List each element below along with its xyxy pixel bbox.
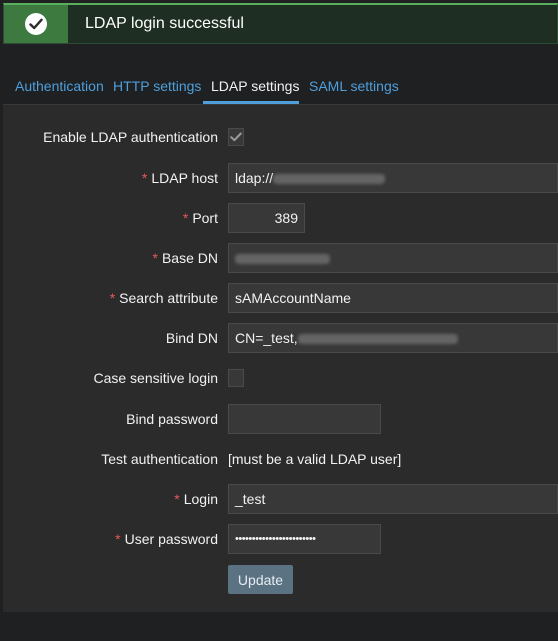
redacted-text xyxy=(297,334,458,345)
user-password-input[interactable]: •••••••••••••••••••••••• xyxy=(228,524,381,554)
bind-dn-label: Bind DN xyxy=(165,330,218,346)
bind-dn-row: Bind DN CN=_test, xyxy=(3,323,558,353)
tab-ldap-settings[interactable]: LDAP settings xyxy=(211,78,299,94)
ldap-host-label: * LDAP host xyxy=(141,170,218,186)
ldap-settings-form: Enable LDAP authentication * LDAP host ld… xyxy=(3,105,558,612)
update-row: Update xyxy=(3,565,558,595)
active-tab-indicator xyxy=(203,101,299,104)
required-marker: * xyxy=(174,491,180,507)
login-label: * Login xyxy=(174,491,218,507)
bind-password-row: Bind password xyxy=(3,404,558,434)
case-sensitive-checkbox[interactable] xyxy=(228,369,244,387)
case-sensitive-label: Case sensitive login xyxy=(93,370,218,386)
checkmark-icon xyxy=(230,132,242,142)
enable-ldap-checkbox[interactable] xyxy=(228,128,244,146)
tab-http-settings[interactable]: HTTP settings xyxy=(113,78,201,94)
tab-saml-settings[interactable]: SAML settings xyxy=(309,78,399,94)
user-password-row: * User password •••••••••••••••••••••••• xyxy=(3,524,558,554)
test-auth-row: Test authentication [must be a valid LDA… xyxy=(3,444,558,474)
ldap-host-row: * LDAP host ldap:// xyxy=(3,163,558,193)
user-password-label: * User password xyxy=(115,531,218,547)
required-marker: * xyxy=(115,531,121,547)
page-footer-area xyxy=(3,612,558,641)
bind-password-input[interactable] xyxy=(228,404,381,434)
login-row: * Login _test xyxy=(3,484,558,514)
required-marker: * xyxy=(152,250,158,266)
required-marker: * xyxy=(141,170,148,186)
search-attribute-input[interactable]: sAMAccountName xyxy=(228,283,558,313)
check-circle-icon xyxy=(25,13,47,35)
test-auth-hint: [must be a valid LDAP user] xyxy=(228,451,402,467)
search-attribute-row: * Search attribute sAMAccountName xyxy=(3,283,558,313)
enable-ldap-row: Enable LDAP authentication xyxy=(3,122,558,152)
settings-tabs: Authentication HTTP settings LDAP settin… xyxy=(3,68,558,105)
required-marker: * xyxy=(182,210,189,226)
base-dn-label: * Base DN xyxy=(152,250,218,266)
port-label: * Port xyxy=(182,210,218,226)
test-auth-label: Test authentication xyxy=(101,451,218,467)
update-button[interactable]: Update xyxy=(228,565,293,594)
base-dn-row: * Base DN xyxy=(3,243,558,273)
enable-ldap-label: Enable LDAP authentication xyxy=(43,129,218,145)
bind-dn-input[interactable]: CN=_test, xyxy=(228,323,558,353)
case-sensitive-row: Case sensitive login xyxy=(3,363,558,393)
required-marker: * xyxy=(109,290,116,306)
success-notification: LDAP login successful xyxy=(3,3,558,44)
ldap-host-input[interactable]: ldap:// xyxy=(228,163,558,193)
login-input[interactable]: _test xyxy=(228,484,558,514)
port-input[interactable]: 389 xyxy=(228,203,305,233)
bind-password-label: Bind password xyxy=(126,411,218,427)
base-dn-input[interactable] xyxy=(228,243,558,273)
success-icon-box xyxy=(4,5,68,43)
notification-message: LDAP login successful xyxy=(85,15,244,32)
redacted-text xyxy=(273,174,386,185)
tab-authentication[interactable]: Authentication xyxy=(15,78,104,94)
port-row: * Port 389 xyxy=(3,203,558,233)
search-attribute-label: * Search attribute xyxy=(109,290,218,306)
redacted-text xyxy=(235,254,330,265)
